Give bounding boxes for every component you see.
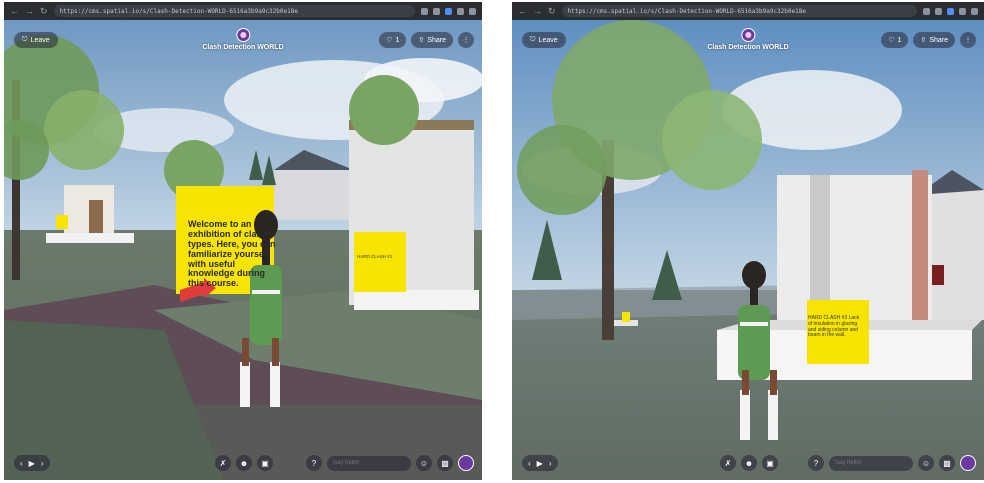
extension-icon[interactable] (421, 7, 428, 15)
emote-icon[interactable]: ☻ (236, 455, 252, 471)
welcome-sign: Welcome to an exhibition of clash types.… (188, 219, 276, 289)
clash-info-sign: HARD CLASH #1 (357, 254, 393, 259)
kebab-icon: ⋮ (964, 37, 972, 44)
extension-icon[interactable] (433, 7, 440, 15)
url-text: https://cms.spatial.io/s/Clash-Detection… (59, 7, 298, 15)
world-title: Clash Detection WORLD (202, 44, 284, 51)
like-button[interactable]: ♡ 1 (379, 32, 407, 48)
mic-off-icon[interactable]: ✗ (215, 455, 231, 471)
play-icon[interactable]: ▶ (537, 459, 543, 468)
menu-icon[interactable] (469, 7, 476, 15)
leave-label: Leave (538, 36, 558, 44)
playback-controls: ‹ ▶ › (14, 455, 50, 471)
user-avatar[interactable] (458, 455, 474, 471)
chat-bubble-icon[interactable]: ▩ (939, 455, 955, 471)
camera-icon[interactable]: ▣ (257, 455, 273, 471)
extension-icon[interactable] (935, 7, 942, 15)
bottom-toolbar: ‹ ▶ › ✗ ☻ ▣ ? ☺ ▩ (522, 454, 976, 472)
extension-icon[interactable] (923, 7, 930, 15)
help-icon[interactable]: ? (808, 455, 824, 471)
3d-world-viewport[interactable]: Welcome to an exhibition of clash types.… (4, 20, 482, 480)
user-avatar[interactable] (960, 455, 976, 471)
more-options-button[interactable]: ⋮ (960, 32, 976, 48)
leave-icon: ⎋ (22, 36, 28, 43)
3d-world-viewport[interactable]: HARD CLASH #3 Lack of insulation in glaz… (512, 20, 984, 480)
prev-icon[interactable]: ‹ (20, 459, 23, 468)
more-options-button[interactable]: ⋮ (458, 32, 474, 48)
top-right-tools: ♡ 1 ⇧ Share ⋮ (881, 32, 976, 48)
next-icon[interactable]: › (549, 459, 552, 468)
share-icon: ⇧ (920, 37, 927, 44)
forward-icon[interactable]: → (25, 6, 34, 16)
back-icon[interactable]: ← (518, 6, 527, 16)
forward-icon[interactable]: → (533, 6, 542, 16)
left-screenshot-panel: ← → ↻ https://cms.spatial.io/s/Clash-Det… (4, 2, 482, 480)
extension-icons (923, 7, 978, 15)
like-button[interactable]: ♡ 1 (881, 32, 909, 48)
chat-bubble-icon[interactable]: ▩ (437, 455, 453, 471)
share-label: Share (427, 36, 446, 44)
browser-toolbar: ← → ↻ https://cms.spatial.io/s/Clash-Det… (4, 2, 482, 20)
share-button[interactable]: ⇧ Share (411, 32, 453, 48)
prev-icon[interactable]: ‹ (528, 459, 531, 468)
like-count: 1 (395, 36, 400, 44)
camera-icon[interactable]: ▣ (762, 455, 778, 471)
heart-icon: ♡ (888, 37, 895, 44)
heart-icon: ♡ (386, 37, 393, 44)
profile-icon[interactable] (959, 7, 966, 15)
leave-button[interactable]: ⎋ Leave (14, 32, 58, 48)
top-right-tools: ♡ 1 ⇧ Share ⋮ (379, 32, 474, 48)
help-icon[interactable]: ? (306, 455, 322, 471)
world-header: Clash Detection WORLD (707, 28, 789, 51)
reload-icon[interactable]: ↻ (40, 6, 48, 17)
url-text: https://cms.spatial.io/s/Clash-Detection… (567, 7, 806, 15)
world-logo-icon (740, 28, 755, 42)
clash-info-sign: HARD CLASH #3 Lack of insulation in glaz… (808, 315, 860, 339)
media-tools: ✗ ☻ ▣ (720, 455, 778, 471)
mic-off-icon[interactable]: ✗ (720, 455, 736, 471)
world-logo-icon (235, 28, 250, 42)
emote-icon[interactable]: ☻ (741, 455, 757, 471)
like-count: 1 (897, 36, 902, 44)
right-screenshot-panel: ← → ↻ https://cms.spatial.io/s/Clash-Det… (512, 2, 984, 480)
share-icon: ⇧ (418, 37, 425, 44)
chat-input[interactable] (829, 455, 913, 471)
leave-button[interactable]: ⎋ Leave (522, 32, 566, 48)
share-label: Share (929, 36, 948, 44)
browser-toolbar: ← → ↻ https://cms.spatial.io/s/Clash-Det… (512, 2, 984, 20)
emoji-icon[interactable]: ☺ (918, 455, 934, 471)
chat-area: ? ☺ ▩ (306, 455, 474, 471)
world-title: Clash Detection WORLD (707, 44, 789, 51)
extension-icons (421, 7, 476, 15)
reload-icon[interactable]: ↻ (548, 6, 556, 17)
extension-icon[interactable] (445, 7, 452, 15)
playback-controls: ‹ ▶ › (522, 455, 558, 471)
menu-icon[interactable] (971, 7, 978, 15)
leave-icon: ⎋ (530, 36, 536, 43)
play-icon[interactable]: ▶ (29, 459, 35, 468)
chat-input[interactable] (327, 455, 411, 471)
world-header: Clash Detection WORLD (202, 28, 284, 51)
emoji-icon[interactable]: ☺ (416, 455, 432, 471)
tree-right (349, 75, 419, 145)
media-tools: ✗ ☻ ▣ (215, 455, 273, 471)
kebab-icon: ⋮ (462, 37, 470, 44)
scene-render (512, 20, 984, 480)
address-bar[interactable]: https://cms.spatial.io/s/Clash-Detection… (561, 5, 917, 17)
next-icon[interactable]: › (41, 459, 44, 468)
back-icon[interactable]: ← (10, 6, 19, 16)
address-bar[interactable]: https://cms.spatial.io/s/Clash-Detection… (53, 5, 415, 17)
chat-area: ? ☺ ▩ (808, 455, 976, 471)
share-button[interactable]: ⇧ Share (913, 32, 955, 48)
extension-icon[interactable] (947, 7, 954, 15)
leave-label: Leave (30, 36, 50, 44)
bottom-toolbar: ‹ ▶ › ✗ ☻ ▣ ? ☺ ▩ (14, 454, 474, 472)
profile-icon[interactable] (457, 7, 464, 15)
